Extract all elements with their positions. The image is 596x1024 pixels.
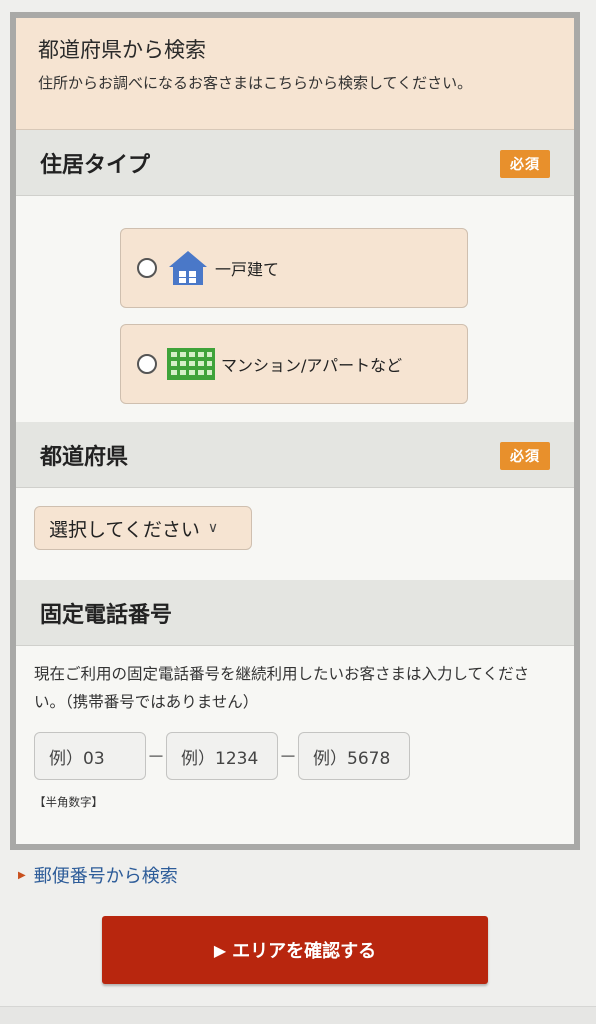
chevron-down-icon: ∨: [207, 520, 219, 536]
search-description: 住所からお調べになるお客さまはこちらから検索してください。: [38, 74, 473, 92]
housing-type-header: 住居タイプ 必須: [16, 130, 574, 196]
triangle-right-icon: ▶: [18, 869, 26, 881]
area-code-input[interactable]: 例）03: [34, 732, 146, 780]
separator: －: [147, 747, 165, 768]
exchange-input[interactable]: 例）1234: [166, 732, 278, 780]
radio-button[interactable]: [137, 258, 157, 278]
prefecture-select[interactable]: 選択してください ∨: [34, 506, 252, 550]
search-title: 都道府県から検索: [38, 38, 206, 62]
postal-link-label: 郵便番号から検索: [33, 866, 178, 887]
landline-body: 現在ご利用の固定電話番号を継続利用したいお客さまは入力してください。（携帯番号で…: [16, 646, 574, 842]
subscriber-input[interactable]: 例）5678: [298, 732, 410, 780]
separator: －: [279, 747, 297, 768]
prefecture-label: 都道府県: [40, 444, 129, 470]
option-label: 一戸建て: [215, 260, 280, 279]
landline-description: 現在ご利用の固定電話番号を継続利用したいお客さまは入力してください。（携帯番号で…: [34, 665, 530, 711]
select-value: 選択してください: [49, 518, 200, 541]
housing-type-label: 住居タイプ: [40, 152, 151, 178]
housing-type-options: 一戸建て マンション/アパートなど: [16, 196, 574, 422]
option-detached-house[interactable]: 一戸建て: [120, 228, 468, 308]
house-icon: [167, 249, 209, 287]
prefecture-header: 都道府県 必須: [16, 422, 574, 488]
footer-divider: [0, 1006, 596, 1024]
prefecture-select-area: 選択してください ∨: [16, 488, 574, 580]
confirm-area-button[interactable]: ▶ エリアを確認する: [102, 916, 488, 984]
landline-header: 固定電話番号: [16, 580, 574, 646]
radio-button[interactable]: [137, 354, 157, 374]
phone-inputs: 例）03 － 例）1234 － 例）5678: [34, 732, 556, 780]
confirm-button-label: エリアを確認する: [232, 941, 377, 962]
option-apartment[interactable]: マンション/アパートなど: [120, 324, 468, 404]
landline-label: 固定電話番号: [40, 602, 173, 628]
area-search-panel: 都道府県から検索 住所からお調べになるお客さまはこちらから検索してください。 住…: [10, 12, 580, 850]
postal-code-search-link[interactable]: ▶ 郵便番号から検索: [18, 862, 178, 888]
option-label: マンション/アパートなど: [221, 356, 403, 375]
play-icon: ▶: [213, 940, 227, 960]
required-badge: 必須: [500, 150, 550, 178]
apartment-icon: [167, 348, 215, 380]
search-header: 都道府県から検索 住所からお調べになるお客さまはこちらから検索してください。: [16, 18, 574, 130]
input-note: 【半角数字】: [34, 795, 103, 809]
required-badge: 必須: [500, 442, 550, 470]
